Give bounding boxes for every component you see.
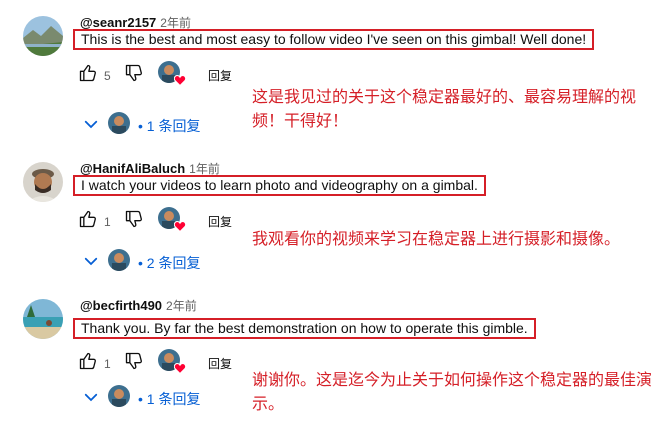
translation-note: 这是我见过的关于这个稳定器最好的、最容易理解的视频！干得好！ (252, 89, 637, 130)
thumbs-up-icon[interactable] (78, 351, 98, 376)
thumbs-up-icon[interactable] (78, 209, 98, 234)
chevron-down-icon[interactable] (82, 252, 100, 275)
comment-thread: @seanr2157 2年前 This is the best and most … (0, 0, 672, 140)
thumbs-up-icon[interactable] (78, 63, 98, 88)
heart-icon (173, 361, 187, 379)
creator-avatar (108, 385, 130, 407)
thumbs-down-icon[interactable] (124, 351, 144, 376)
comment-text: I watch your videos to learn photo and v… (73, 175, 486, 196)
comment-thread: @becfirth490 2年前 Thank you. By far the be… (0, 283, 672, 423)
creator-avatar (108, 249, 130, 271)
like-count: 1 (104, 357, 111, 371)
comment-author[interactable]: @becfirth490 (80, 298, 162, 313)
comment-text: Thank you. By far the best demonstration… (73, 318, 536, 339)
comment-author[interactable]: @seanr2157 (80, 15, 156, 30)
like-count: 1 (104, 215, 111, 229)
avatar[interactable] (23, 162, 63, 202)
heart-icon (173, 73, 187, 91)
reply-button[interactable]: 回复 (208, 67, 232, 84)
replies-count[interactable]: • 1 条回复 (138, 389, 200, 409)
comment-author[interactable]: @HanifAliBaluch (80, 161, 185, 176)
thumbs-down-icon[interactable] (124, 209, 144, 234)
reply-button[interactable]: 回复 (208, 213, 232, 230)
comment-thread: @HanifAliBaluch 1年前 I watch your videos t… (0, 146, 672, 286)
comment-actions: 5 回复 (78, 61, 278, 91)
translation-note: 我观看你的视频来学习在稳定器上进行摄影和摄像。 (252, 231, 621, 248)
reply-button[interactable]: 回复 (208, 355, 232, 372)
comment-time[interactable]: 1年前 (189, 162, 220, 176)
avatar[interactable] (23, 16, 63, 56)
thumbs-down-icon[interactable] (124, 63, 144, 88)
comment-text: This is the best and most easy to follow… (73, 29, 595, 50)
comment-header: @becfirth490 2年前 (80, 297, 197, 314)
comment-actions: 1 回复 (78, 349, 278, 379)
chevron-down-icon[interactable] (82, 115, 100, 138)
like-count: 5 (104, 69, 111, 83)
avatar[interactable] (23, 299, 63, 339)
comment-actions: 1 回复 (78, 207, 278, 237)
translation-note: 谢谢你。这是迄今为止关于如何操作这个稳定器的最佳演示。 (252, 372, 653, 413)
view-replies-button[interactable]: • 1 条回复 (80, 111, 280, 137)
comment-time[interactable]: 2年前 (166, 299, 197, 313)
view-replies-button[interactable]: • 2 条回复 (80, 248, 280, 274)
creator-avatar (108, 112, 130, 134)
replies-count[interactable]: • 1 条回复 (138, 116, 200, 136)
comment-time[interactable]: 2年前 (160, 16, 191, 30)
chevron-down-icon[interactable] (82, 388, 100, 411)
view-replies-button[interactable]: • 1 条回复 (80, 384, 280, 410)
heart-icon (173, 219, 187, 237)
replies-count[interactable]: • 2 条回复 (138, 253, 200, 273)
